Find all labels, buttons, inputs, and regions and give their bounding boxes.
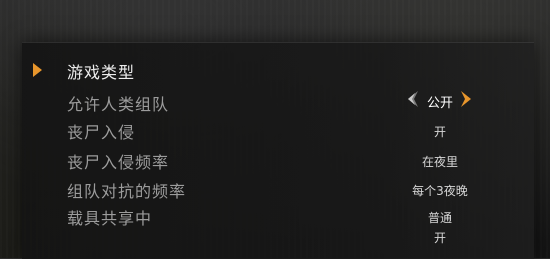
menu-item-zombie-invasion[interactable]: 丧尸入侵 开 xyxy=(22,115,534,145)
menu-item-label: 组队对抗的频率 xyxy=(67,182,187,201)
menu-item-value: 每个3夜晚 xyxy=(412,184,468,198)
menu-item-label: 游戏类型 xyxy=(67,63,136,82)
selection-marker-icon xyxy=(33,63,42,77)
menu-item-zombie-invasion-frequency[interactable]: 丧尸入侵频率 在夜里 xyxy=(22,145,534,175)
menu-item-allow-human-team[interactable]: 允许人类组队 公开 xyxy=(22,87,534,117)
menu-item-label: 丧尸入侵 xyxy=(67,123,136,142)
menu-item-value: 在夜里 xyxy=(421,155,458,169)
menu-item-game-type[interactable]: 游戏类型 xyxy=(22,55,534,85)
menu-item-label: 丧尸入侵频率 xyxy=(67,153,170,172)
menu-item-value: 开 xyxy=(433,125,446,139)
menu-item-label: 允许人类组队 xyxy=(67,95,170,114)
menu-item-value: 开 xyxy=(433,231,446,245)
game-settings-menu: 游戏类型 允许人类组队 公开 丧尸入侵 开 丧尸入侵频率 在夜里 组队对抗的频率… xyxy=(22,42,534,259)
menu-item-unlabeled[interactable]: 开 xyxy=(22,221,534,251)
chevron-right-icon[interactable] xyxy=(458,89,474,109)
menu-item-team-versus-frequency[interactable]: 组队对抗的频率 每个3夜晚 xyxy=(22,174,534,204)
